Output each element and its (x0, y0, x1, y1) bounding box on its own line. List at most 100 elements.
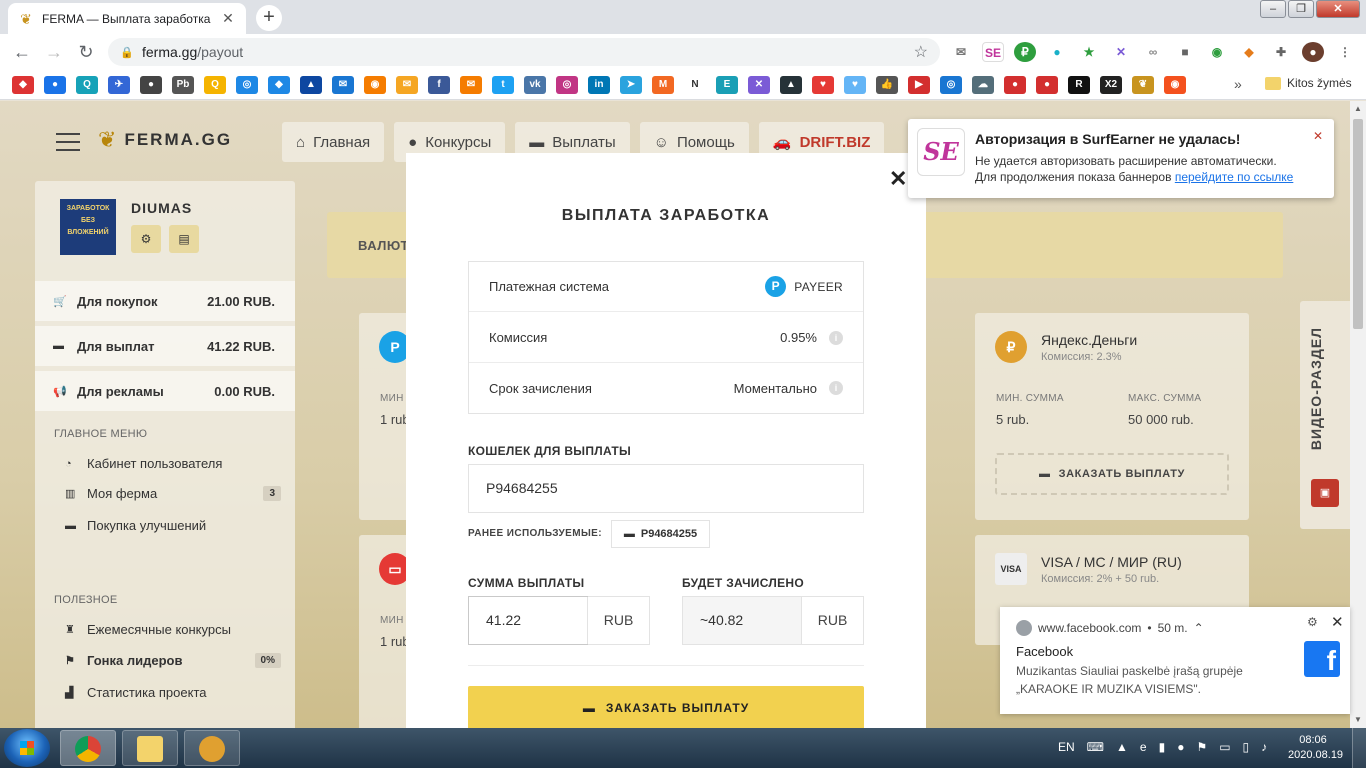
menu-user-cabinet[interactable]: ◔ Кабинет пользователя (65, 456, 281, 471)
bookmark-icon[interactable]: N (684, 76, 706, 94)
balance-ads[interactable]: 📢 Для рекламы 0.00 RUB. (35, 371, 295, 411)
bookmark-icon[interactable]: ✕ (748, 76, 770, 94)
vk-bookmark-icon[interactable]: vk (524, 76, 546, 94)
bookmark-icon[interactable]: R (1068, 76, 1090, 94)
bookmark-icon[interactable]: ◆ (268, 76, 290, 94)
facebook-bookmark-icon[interactable]: f (428, 76, 450, 94)
bookmark-star-icon[interactable]: ☆ (914, 42, 928, 62)
bookmark-icon[interactable]: ✉ (460, 76, 482, 94)
bookmarks-overflow-icon[interactable]: » (1234, 76, 1242, 92)
cloud-bookmark-icon[interactable]: ☁ (972, 76, 994, 94)
bookmark-icon[interactable]: ● (140, 76, 162, 94)
box-extension-icon[interactable]: ■ (1174, 42, 1196, 62)
notification-settings-icon[interactable]: ⚙ (1307, 615, 1318, 629)
tray-arrow-icon[interactable]: ▲ (1116, 740, 1128, 754)
shield-bookmark-icon[interactable]: ◆ (12, 76, 34, 94)
taskbar-explorer[interactable] (122, 730, 178, 766)
language-indicator[interactable]: EN (1058, 740, 1075, 754)
forward-arrow-icon[interactable]: → (44, 42, 64, 62)
hamburger-menu-icon[interactable] (56, 133, 80, 157)
facebook-notification[interactable]: www.facebook.com • 50 m. ⌃ ⚙ ✕ Facebook … (1000, 607, 1350, 714)
yandex-order-button[interactable]: ▬ ЗАКАЗАТЬ ВЫПЛАТУ (995, 453, 1229, 495)
back-arrow-icon[interactable]: ← (12, 42, 32, 62)
bookmark-icon[interactable]: ◉ (1164, 76, 1186, 94)
surfearner-close-icon[interactable]: ✕ (1310, 128, 1326, 144)
previous-wallet-chip[interactable]: ▬ P94684255 (611, 520, 710, 548)
e-icon[interactable]: e (1140, 740, 1147, 754)
info-icon[interactable]: i (829, 330, 843, 345)
profile-avatar-icon[interactable]: ● (1302, 42, 1324, 62)
bookmark-icon[interactable]: ◎ (940, 76, 962, 94)
circle-extension-icon[interactable]: ◉ (1206, 42, 1228, 62)
page-scrollbar[interactable]: ▲ ▼ (1350, 101, 1366, 728)
menu-dots-icon[interactable]: ⋮ (1334, 42, 1356, 62)
flag-icon[interactable]: ⚑ (1196, 740, 1207, 754)
tray-app-icon[interactable]: ● (1177, 740, 1184, 754)
start-button[interactable] (4, 729, 50, 767)
reload-icon[interactable]: ↻ (76, 42, 96, 62)
info-icon[interactable]: i (829, 381, 843, 395)
bookmark-icon[interactable]: ✈ (108, 76, 130, 94)
menu-upgrades[interactable]: ▬ Покупка улучшений (65, 518, 281, 533)
profile-card-icon[interactable]: ▤ (169, 225, 199, 253)
menu-my-farm[interactable]: ▥ Моя ферма 3 (65, 486, 281, 501)
settings-gear-icon[interactable]: ⚙ (131, 225, 161, 253)
keyboard-icon[interactable]: ⌨ (1087, 740, 1104, 754)
minimize-button[interactable]: – (1260, 0, 1286, 18)
address-bar[interactable]: 🔒 ferma.gg/payout ☆ (108, 38, 940, 66)
avatar[interactable]: ЗАРАБОТОК БЕЗ ВЛОЖЕНИЙ (60, 199, 116, 255)
battery-icon[interactable]: ▭ (1219, 740, 1230, 754)
star-extension-icon[interactable]: ★ (1078, 42, 1100, 62)
link-extension-icon[interactable]: ∞ (1142, 42, 1164, 62)
bookmark-icon[interactable]: Pb (172, 76, 194, 94)
linkedin-bookmark-icon[interactable]: in (588, 76, 610, 94)
bookmark-icon[interactable]: ● (44, 76, 66, 94)
bookmark-icon[interactable]: ✉ (332, 76, 354, 94)
balance-purchases[interactable]: 🛒 Для покупок 21.00 RUB. (35, 281, 295, 321)
amount-input[interactable]: 41.22 (468, 596, 588, 645)
bookmark-icon[interactable]: ▲ (300, 76, 322, 94)
modal-close-icon[interactable]: ✕ (889, 168, 907, 190)
notification-close-icon[interactable]: ✕ (1331, 613, 1344, 631)
menu-monthly-contests[interactable]: ♜ Ежемесячные конкурсы (65, 622, 281, 637)
scroll-down-arrow-icon[interactable]: ▼ (1350, 712, 1366, 728)
bookmark-icon[interactable]: ● (1004, 76, 1026, 94)
menu-statistics[interactable]: ▟ Статистика проекта (65, 685, 281, 700)
scroll-up-arrow-icon[interactable]: ▲ (1350, 101, 1366, 117)
chevron-up-icon[interactable]: ⌃ (1194, 621, 1204, 635)
wallet-input[interactable]: P94684255 (468, 464, 864, 513)
scrollbar-thumb[interactable] (1353, 119, 1363, 329)
new-tab-button[interactable]: + (256, 5, 282, 31)
signal-icon[interactable]: ▮ (1159, 740, 1166, 754)
bookmark-icon[interactable]: ✉ (396, 76, 418, 94)
network-icon[interactable]: ▯ (1243, 740, 1250, 754)
bookmark-icon[interactable]: ▲ (780, 76, 802, 94)
taskbar-chrome[interactable] (60, 730, 116, 766)
bookmark-icon[interactable]: X2 (1100, 76, 1122, 94)
balance-payouts[interactable]: ▬ Для выплат 41.22 RUB. (35, 326, 295, 366)
play-bookmark-icon[interactable]: ▶ (908, 76, 930, 94)
maximize-button[interactable]: ❐ (1288, 0, 1314, 18)
bookmark-icon[interactable]: ● (1036, 76, 1058, 94)
show-desktop-button[interactable] (1352, 728, 1366, 768)
twitter-bookmark-icon[interactable]: t (492, 76, 514, 94)
heart-bookmark-icon[interactable]: ♥ (812, 76, 834, 94)
bookmarks-folder[interactable]: Kitos žymės (1265, 76, 1352, 90)
order-payout-button[interactable]: ▬ ЗАКАЗАТЬ ВЫПЛАТУ (468, 686, 864, 730)
taskbar-clock[interactable]: 08:06 2020.08.19 (1288, 733, 1343, 763)
video-section-tab[interactable]: ВИДЕО-РАЗДЕЛ ▣ (1300, 301, 1350, 529)
wheat-bookmark-icon[interactable]: ❦ (1132, 76, 1154, 94)
puzzle-extensions-icon[interactable]: ✚ (1270, 42, 1292, 62)
browser-tab-active[interactable]: ❦ FERMA — Выплата заработка ✕ (8, 3, 246, 34)
surfearner-extension-icon[interactable]: SE (982, 42, 1004, 62)
close-window-button[interactable]: ✕ (1316, 0, 1360, 18)
x-extension-icon[interactable]: ✕ (1110, 42, 1132, 62)
heart-bookmark-icon[interactable]: ♥ (844, 76, 866, 94)
bookmark-icon[interactable]: Q (76, 76, 98, 94)
site-logo[interactable]: ❦ FERMA.GG (98, 127, 232, 153)
nav-home[interactable]: ⌂ Главная (282, 122, 385, 162)
metamask-extension-icon[interactable]: ◆ (1238, 42, 1260, 62)
telegram-bookmark-icon[interactable]: ➤ (620, 76, 642, 94)
surfearner-link[interactable]: перейдите по ссылке (1175, 170, 1294, 184)
menu-leader-race[interactable]: ⚑ Гонка лидеров 0% (65, 653, 281, 668)
